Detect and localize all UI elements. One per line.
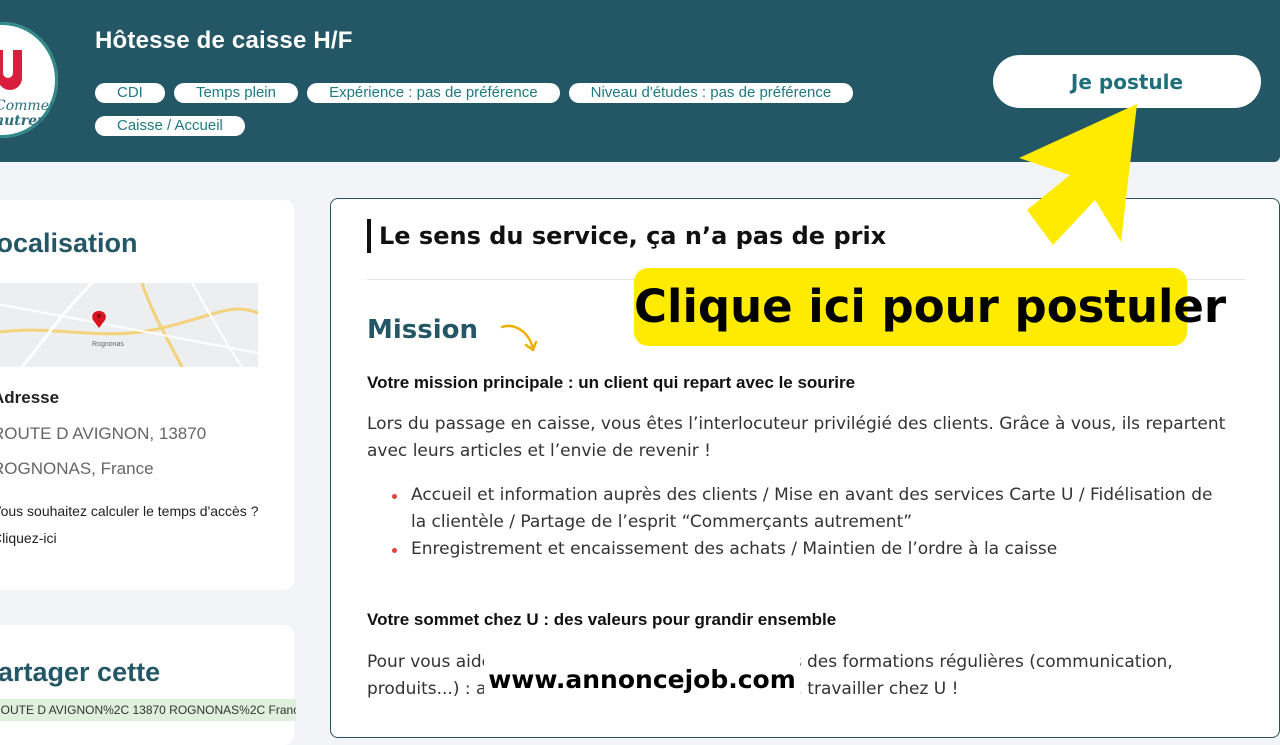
brand-logo[interactable]: Commerçants autrement bbox=[0, 22, 58, 138]
apply-callout: Clique ici pour postuler bbox=[634, 268, 1226, 346]
tag-education: Niveau d'études : pas de préférence bbox=[568, 83, 854, 103]
share-card: Partager cette ROUTE D AVIGNON%2C 13870 … bbox=[0, 625, 296, 745]
tag-schedule: Temps plein bbox=[173, 83, 298, 103]
logo-text-line1: Commerçants bbox=[0, 98, 58, 114]
access-time-question: Vous souhaitez calculer le temps d'accès… bbox=[0, 503, 259, 519]
values-heading: Votre sommet chez U : des valeurs pour g… bbox=[367, 610, 837, 629]
share-title: Partager cette bbox=[0, 657, 161, 687]
mission-heading: Votre mission principale : un client qui… bbox=[367, 373, 856, 392]
location-card: Localisation Rognonas Adresse ROUTE D AV… bbox=[0, 200, 294, 590]
slogan-heading: Le sens du service, ça n’a pas de prix bbox=[367, 219, 886, 253]
logo-text-line2: autrement bbox=[0, 113, 58, 129]
map-place-label: Rognonas bbox=[92, 341, 124, 348]
access-time-link[interactable]: Cliquez-ici bbox=[0, 530, 57, 546]
logo-slogan: Commerçants autrement bbox=[0, 99, 58, 129]
job-title: Hôtesse de caisse H/F bbox=[95, 27, 353, 54]
address-line-2: ROGNONAS, France bbox=[0, 459, 154, 478]
tag-experience: Expérience : pas de préférence bbox=[307, 83, 560, 103]
mission-paragraph: Lors du passage en caisse, vous êtes l’i… bbox=[367, 414, 1226, 461]
tag-contract: CDI bbox=[95, 83, 165, 103]
decorative-arrow-icon bbox=[500, 324, 538, 352]
address-line-1: ROUTE D AVIGNON, 13870 bbox=[0, 424, 207, 443]
u-logo-icon bbox=[0, 50, 22, 90]
location-map[interactable]: Rognonas bbox=[0, 283, 258, 367]
list-item: Enregistrement et encaissement des achat… bbox=[367, 536, 1217, 563]
watermark: www.annoncejob.com bbox=[484, 653, 800, 707]
mission-title: Mission bbox=[367, 315, 479, 345]
localisation-title: Localisation bbox=[0, 228, 138, 258]
tag-category: Caisse / Accueil bbox=[95, 116, 245, 136]
address-label: Adresse bbox=[0, 388, 60, 407]
job-tags: CDI Temps plein Expérience : pas de préf… bbox=[95, 82, 935, 148]
share-url-field[interactable]: ROUTE D AVIGNON%2C 13870 ROGNONAS%2C Fra… bbox=[0, 699, 296, 721]
mission-list: Accueil et information auprès des client… bbox=[367, 482, 1217, 563]
list-item: Accueil et information auprès des client… bbox=[367, 482, 1217, 536]
pointer-arrow-icon bbox=[1019, 104, 1137, 245]
